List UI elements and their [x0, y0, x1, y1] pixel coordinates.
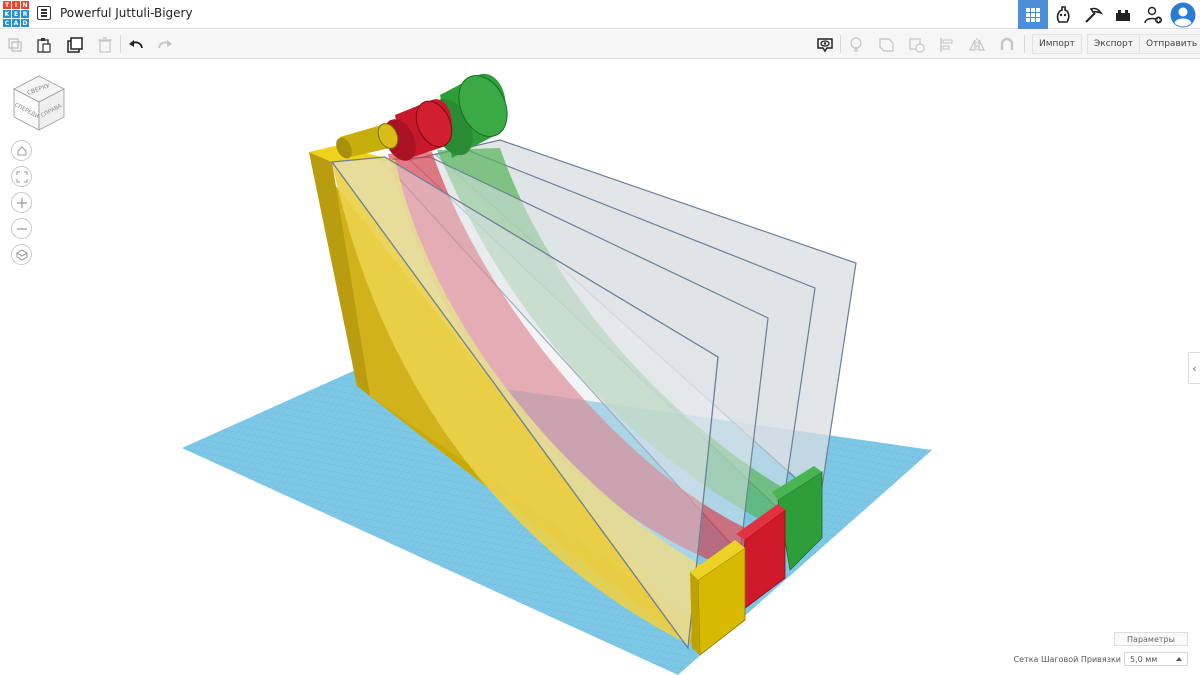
import-button[interactable]: Импорт — [1032, 34, 1082, 54]
redo-icon[interactable] — [155, 35, 175, 55]
logo-letter: I — [12, 1, 20, 9]
lego-mode-icon[interactable] — [1108, 0, 1138, 29]
tinkercad-app: TIN KER CAD Powerful Juttuli-Bigery Импорт… — [0, 0, 1200, 675]
logo-letter: K — [3, 10, 11, 18]
align-icon[interactable] — [937, 35, 957, 55]
snap-grid-value: 5,0 мм — [1130, 654, 1158, 664]
top-right-tools — [1018, 0, 1200, 29]
snap-grid-select[interactable]: 5,0 мм — [1124, 652, 1188, 666]
design-menu-icon[interactable] — [37, 6, 51, 20]
design-title[interactable]: Powerful Juttuli-Bigery — [60, 6, 193, 20]
blocks-mode-icon[interactable] — [1048, 0, 1078, 29]
export-button[interactable]: Экспорт — [1087, 34, 1141, 54]
top-bar: TIN KER CAD Powerful Juttuli-Bigery — [0, 0, 1200, 29]
light-bulb-icon[interactable] — [846, 35, 866, 55]
add-user-icon[interactable] — [1138, 0, 1168, 29]
duplicate-icon[interactable] — [65, 35, 85, 55]
logo-letter: R — [21, 10, 29, 18]
parameters-button[interactable]: Параметры — [1114, 632, 1188, 646]
send-button[interactable]: Отправить — [1139, 34, 1200, 54]
logo-letter: E — [12, 10, 20, 18]
tinkercad-logo[interactable]: TIN KER CAD — [3, 1, 29, 27]
delete-icon[interactable] — [95, 35, 115, 55]
edit-toolbar: Импорт Экспорт Отправить — [0, 30, 1200, 59]
paste-icon[interactable] — [34, 35, 54, 55]
logo-letter: N — [21, 1, 29, 9]
mirror-icon[interactable] — [967, 35, 987, 55]
undo-icon[interactable] — [126, 35, 146, 55]
caret-up-icon — [1176, 657, 1182, 661]
magnet-icon[interactable] — [997, 35, 1017, 55]
copy-icon[interactable] — [5, 35, 25, 55]
bricks-mode-icon[interactable] — [1078, 0, 1108, 29]
grid-view-icon[interactable] — [1018, 0, 1048, 29]
ungroup-icon[interactable] — [907, 35, 927, 55]
workspace-canvas[interactable]: СВЕРХУ СПЕРЕДИ СПРАВА ‹ Параметры Сетка … — [0, 60, 1200, 675]
group-icon[interactable] — [877, 35, 897, 55]
logo-letter: D — [21, 19, 29, 27]
snap-grid-label: Сетка Шаговой Привязки — [1013, 655, 1121, 664]
collapse-panel-tab[interactable]: ‹ — [1188, 352, 1200, 384]
logo-letter: A — [12, 19, 20, 27]
user-avatar-icon[interactable] — [1168, 0, 1198, 29]
chevron-left-icon: ‹ — [1192, 361, 1197, 375]
logo-letter: C — [3, 19, 11, 27]
show-hide-icon[interactable] — [815, 35, 835, 55]
scene-3d[interactable] — [0, 60, 1200, 675]
logo-letter: T — [3, 1, 11, 9]
